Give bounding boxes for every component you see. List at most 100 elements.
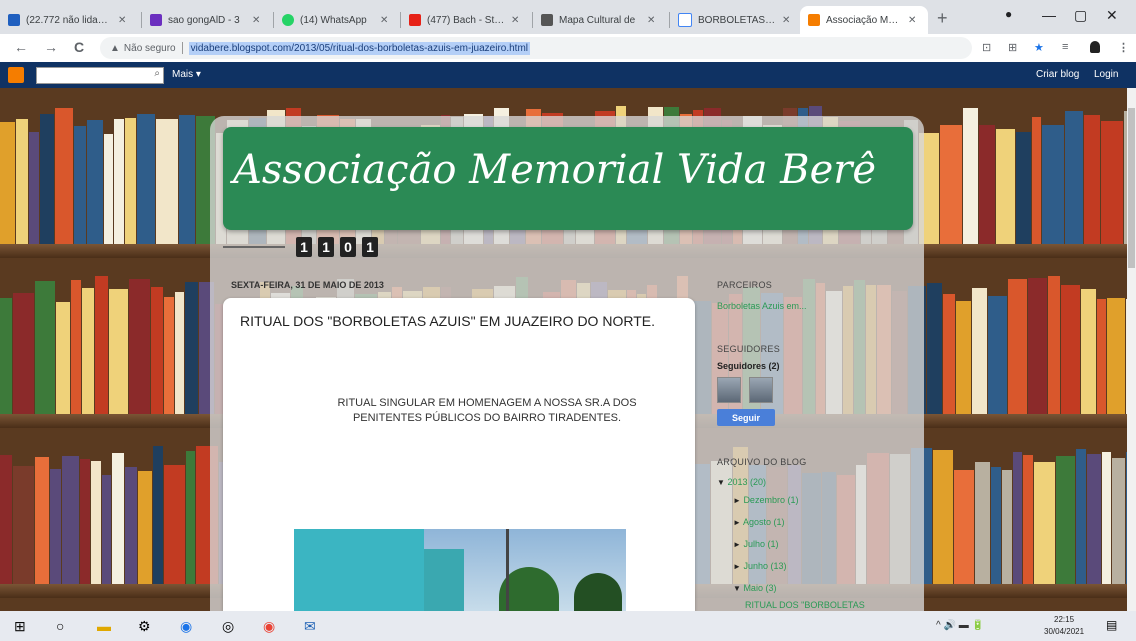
tab-active-blog[interactable]: Associação Mem ✕ [800,6,928,34]
avatar-icon[interactable] [1090,41,1100,53]
more-menu[interactable]: Mais ▾ [172,69,201,80]
book-spine [16,119,28,244]
login-link[interactable]: Login [1094,69,1118,80]
book-spine [927,283,942,414]
bookmark-star-icon[interactable]: ★ [1034,41,1044,54]
post-title[interactable]: RITUAL DOS "BORBOLETAS AZUIS" EM JUAZEIR… [240,313,660,330]
archive-post-link[interactable]: RITUAL DOS "BORBOLETAS [745,600,865,610]
windows-start-icon[interactable]: ⊞ [14,618,26,635]
book-spine [1013,452,1022,584]
book-spine [164,297,174,414]
minimize-button[interactable]: — [1042,7,1056,23]
archive-month-link[interactable]: Maio (3) [743,583,776,593]
tab-email[interactable]: (22.772 não lidas) - ✕ [0,6,140,34]
warning-icon[interactable]: ▲ [110,43,120,54]
book-spine [1065,111,1083,244]
archive-heading: ARQUIVO DO BLOG [717,457,807,467]
post-photo[interactable] [294,529,626,611]
tab-map[interactable]: Mapa Cultural de ✕ [533,6,668,34]
url-field[interactable]: ▲ Não seguro vidabere.blogspot.com/2013/… [100,37,972,59]
expand-down-icon[interactable]: ▼ [733,584,741,593]
book-spine [1081,289,1096,414]
create-blog-link[interactable]: Criar blog [1036,69,1079,80]
tab-youtube[interactable]: (477) Bach - St M ✕ [401,6,531,34]
tab-google-search[interactable]: BORBOLETAS AZ ✕ [670,6,800,34]
app-icon[interactable]: ◎ [222,618,234,635]
expand-right-icon[interactable]: ► [733,518,741,527]
close-icon[interactable]: ✕ [782,15,790,26]
book-spine [1008,279,1027,414]
scrollbar-thumb[interactable] [1128,108,1135,268]
book-spine [1107,298,1125,414]
tab-title: Associação Mem [826,14,902,26]
back-button[interactable]: ← [14,39,28,55]
menu-icon[interactable]: ⋮ [1118,41,1129,54]
archive-month[interactable]: ► Junho (13) [733,561,786,571]
book-spine [137,114,155,244]
visit-counter-digit: 1 [318,237,334,257]
follow-button[interactable]: Seguir [717,409,775,426]
expand-right-icon[interactable]: ► [733,496,741,505]
maximize-button[interactable]: ▢ [1074,7,1087,24]
book-spine [156,119,178,244]
close-icon[interactable]: ✕ [118,15,126,26]
blog-post: RITUAL DOS "BORBOLETAS AZUIS" EM JUAZEIR… [223,298,695,611]
page-scrollbar[interactable] [1127,88,1136,611]
forward-button[interactable]: → [44,39,58,55]
partner-link[interactable]: Borboletas Azuis em... [717,301,807,311]
archive-month[interactable]: ▼ Maio (3) [733,583,776,593]
archive-month-link[interactable]: Dezembro (1) [743,495,798,505]
blog-title[interactable]: Associação Memorial Vida Berê [233,147,876,193]
follower-avatar[interactable] [749,377,773,403]
file-explorer-icon[interactable]: ▬ [97,618,111,634]
photo-wall [294,529,424,611]
book-spine [74,126,86,244]
search-icon[interactable]: ○ [56,618,64,634]
taskbar-clock[interactable]: 22:15 30/04/2021 [1044,614,1084,638]
counter-line [223,246,285,248]
archive-month[interactable]: ► Agosto (1) [733,517,784,527]
search-icon[interactable]: ⌕ [154,68,160,79]
book-spine [956,301,971,414]
new-tab-button[interactable]: + [937,8,948,29]
notification-icon[interactable]: ▤ [1106,618,1117,632]
close-icon[interactable]: ✕ [511,15,519,26]
security-label[interactable]: Não seguro [124,43,176,54]
tab-title: (22.772 não lidas) - [26,14,112,26]
cast-icon[interactable]: ⊡ [982,41,991,54]
archive-year[interactable]: ▼ 2013 (20) [717,477,766,487]
system-tray-icons[interactable]: ^ 🔊 ▬ 🔋 [936,620,984,631]
extension-icon[interactable]: ⊞ [1008,41,1017,54]
close-window-button[interactable]: ✕ [1106,7,1118,24]
close-icon[interactable]: ✕ [380,15,388,26]
expand-right-icon[interactable]: ► [733,562,741,571]
archive-month-link[interactable]: Agosto (1) [743,517,785,527]
blog-search-input[interactable]: ⌕ [36,67,164,84]
archive-month[interactable]: ► Dezembro (1) [733,495,798,505]
tab-whatsapp[interactable]: (14) WhatsApp ✕ [274,6,399,34]
settings-gear-icon[interactable]: ⚙ [138,618,151,635]
archive-year-link[interactable]: 2013 (20) [727,477,766,487]
follower-avatar[interactable] [717,377,741,403]
close-icon[interactable]: ✕ [647,15,655,26]
expand-right-icon[interactable]: ► [733,540,741,549]
tab-generic[interactable]: sao gongAlD - 3 ✕ [142,6,272,34]
reload-button[interactable]: C [74,39,84,55]
blogger-logo-icon[interactable] [8,67,24,83]
book-spine [1028,278,1047,414]
expand-down-icon[interactable]: ▼ [717,478,725,487]
book-spine [979,125,995,244]
reading-list-icon[interactable]: ≡ [1062,41,1068,53]
archive-month[interactable]: ► Julho (1) [733,539,778,549]
mail-app-icon[interactable]: ✉ [304,618,316,635]
archive-month-link[interactable]: Junho (13) [743,561,786,571]
close-icon[interactable]: ✕ [252,15,260,26]
archive-month-link[interactable]: Julho (1) [743,539,778,549]
profile-icon[interactable]: ● [1005,7,1012,21]
book-spine [1048,276,1060,414]
chrome-icon[interactable]: ◉ [263,618,275,635]
url-text[interactable]: vidabere.blogspot.com/2013/05/ritual-dos… [188,41,531,55]
close-icon[interactable]: ✕ [908,15,916,26]
photo-pole [506,529,509,611]
edge-icon[interactable]: ◉ [180,618,192,635]
